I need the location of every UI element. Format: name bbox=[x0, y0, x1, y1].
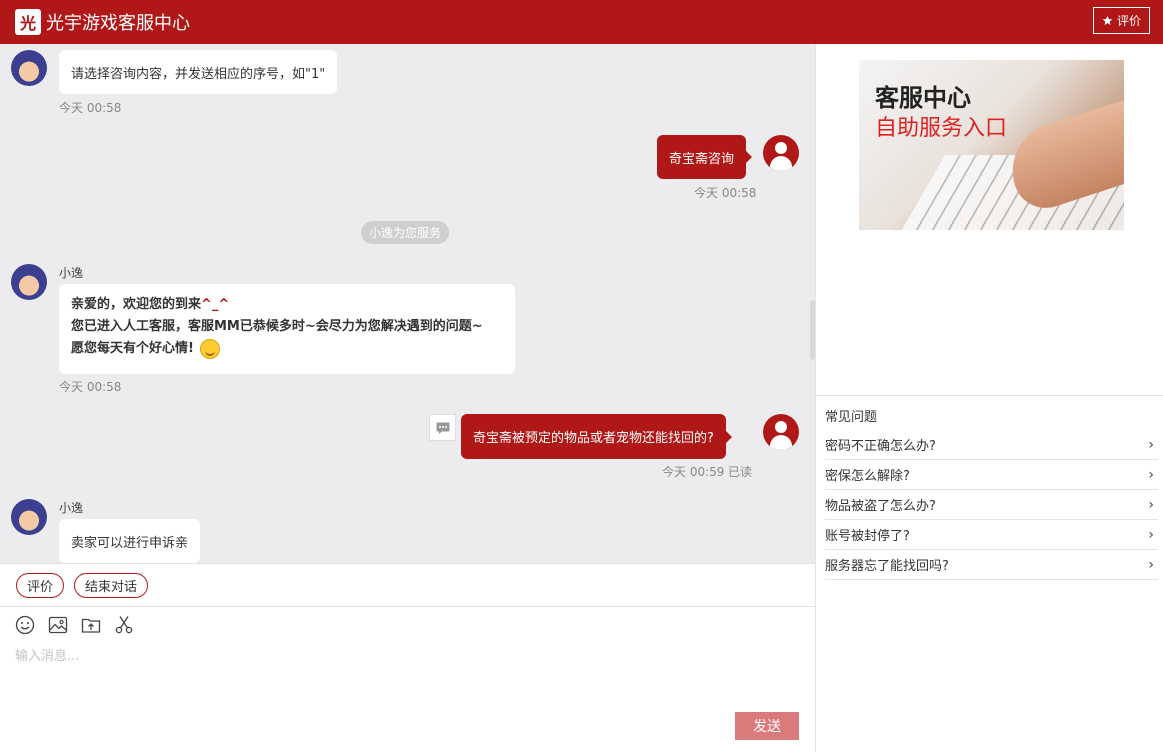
user-avatar bbox=[763, 135, 799, 171]
app-title: 光宇游戏客服中心 bbox=[46, 13, 190, 34]
header-rate-label: 评价 bbox=[1116, 14, 1141, 28]
agent-name: 小逸 bbox=[59, 501, 84, 515]
right-sidebar: 客服中心 自助服务入口 常见问题 密码不正确怎么办? › 密保怎么解除? › 物品被… bbox=[815, 44, 1163, 752]
faq-item[interactable]: 账号被封停了? › bbox=[825, 520, 1158, 550]
welcome-line: 亲爱的，欢迎您的到来 bbox=[71, 297, 202, 312]
welcome-emoticon: ^_^ bbox=[201, 297, 230, 312]
banner-title: 客服中心 bbox=[875, 84, 971, 112]
header-rate-button[interactable]: 评价 bbox=[1092, 7, 1150, 34]
system-notice: 小逸为您服务 bbox=[361, 221, 450, 244]
smile-emoji-icon bbox=[199, 338, 220, 359]
chat-bubble-icon bbox=[436, 422, 449, 434]
emoji-icon[interactable] bbox=[15, 615, 35, 635]
faq-label: 密码不正确怎么办? bbox=[825, 439, 936, 454]
agent-avatar bbox=[11, 264, 47, 300]
message-text: 卖家可以进行申诉亲 bbox=[71, 535, 189, 551]
folder-upload-icon[interactable] bbox=[81, 615, 101, 635]
user-avatar bbox=[763, 414, 799, 450]
user-message-bubble: 奇宝斋咨询 bbox=[657, 135, 753, 179]
end-chat-button[interactable]: 结束对话 bbox=[74, 573, 149, 598]
self-service-banner[interactable]: 客服中心 自助服务入口 bbox=[859, 60, 1124, 230]
agent-name: 小逸 bbox=[59, 266, 84, 280]
faq-label: 物品被盗了怎么办? bbox=[825, 499, 936, 514]
agent-message-bubble: 卖家可以进行申诉亲 bbox=[59, 519, 201, 563]
faq-item[interactable]: 服务器忘了能找回吗? › bbox=[825, 550, 1158, 580]
chat-history[interactable]: 请选择咨询内容，并发送相应的序号，如"1" 今天 00:58 奇宝斋咨询 今天 … bbox=[0, 44, 815, 563]
send-button[interactable]: 发送 bbox=[735, 712, 799, 740]
quick-reply-icon[interactable] bbox=[429, 414, 456, 441]
message-text: 奇宝斋被预定的物品或者宠物还能找回的? bbox=[473, 431, 714, 446]
chevron-right-icon: › bbox=[1148, 556, 1154, 573]
app-logo: 光 bbox=[15, 9, 41, 35]
welcome-line: 您已进入人工客服，客服MM已恭候多时~会尽力为您解决遇到的问题~ bbox=[71, 319, 483, 334]
rate-button[interactable]: 评价 bbox=[16, 573, 65, 598]
divider bbox=[816, 395, 1163, 396]
scissors-icon[interactable] bbox=[114, 615, 134, 635]
chevron-right-icon: › bbox=[1148, 436, 1154, 453]
agent-avatar bbox=[11, 50, 47, 86]
chevron-right-icon: › bbox=[1148, 496, 1154, 513]
agent-message-bubble: 请选择咨询内容，并发送相应的序号，如"1" bbox=[59, 50, 338, 94]
message-time: 今天 00:58 bbox=[694, 186, 757, 200]
faq-item[interactable]: 密码不正确怎么办? › bbox=[825, 430, 1158, 460]
faq-label: 密保怎么解除? bbox=[825, 469, 910, 484]
chevron-right-icon: › bbox=[1148, 466, 1154, 483]
message-input[interactable] bbox=[15, 645, 795, 705]
message-time: 今天 00:58 bbox=[59, 380, 122, 394]
star-icon bbox=[1102, 15, 1113, 25]
app-header: 光 光宇游戏客服中心 评价 bbox=[0, 0, 1163, 44]
faq-list: 密码不正确怎么办? › 密保怎么解除? › 物品被盗了怎么办? › 账号被封停了? › … bbox=[825, 430, 1158, 580]
image-icon[interactable] bbox=[48, 615, 68, 635]
read-status: 已读 bbox=[728, 465, 753, 479]
message-time: 今天 00:59 bbox=[662, 465, 725, 479]
faq-item[interactable]: 密保怎么解除? › bbox=[825, 460, 1158, 490]
faq-label: 服务器忘了能找回吗? bbox=[825, 559, 949, 574]
welcome-line: 愿您每天有个好心情! bbox=[71, 341, 194, 356]
faq-title: 常见问题 bbox=[825, 410, 878, 425]
message-text: 请选择咨询内容，并发送相应的序号，如"1" bbox=[71, 66, 326, 82]
banner-subtitle: 自助服务入口 bbox=[875, 116, 1008, 141]
user-message-bubble: 奇宝斋被预定的物品或者宠物还能找回的? bbox=[461, 414, 732, 459]
message-time: 今天 00:58 bbox=[59, 101, 122, 115]
faq-item[interactable]: 物品被盗了怎么办? › bbox=[825, 490, 1158, 520]
message-text: 奇宝斋咨询 bbox=[669, 151, 735, 167]
chevron-right-icon: › bbox=[1148, 526, 1154, 543]
faq-label: 账号被封停了? bbox=[825, 529, 910, 544]
agent-message-bubble: 亲爱的，欢迎您的到来^_^ 您已进入人工客服，客服MM已恭候多时~会尽力为您解决… bbox=[59, 284, 515, 374]
composer-toolbar bbox=[15, 615, 134, 635]
chat-action-bar: 评价 结束对话 bbox=[0, 563, 815, 607]
agent-avatar bbox=[11, 499, 47, 535]
